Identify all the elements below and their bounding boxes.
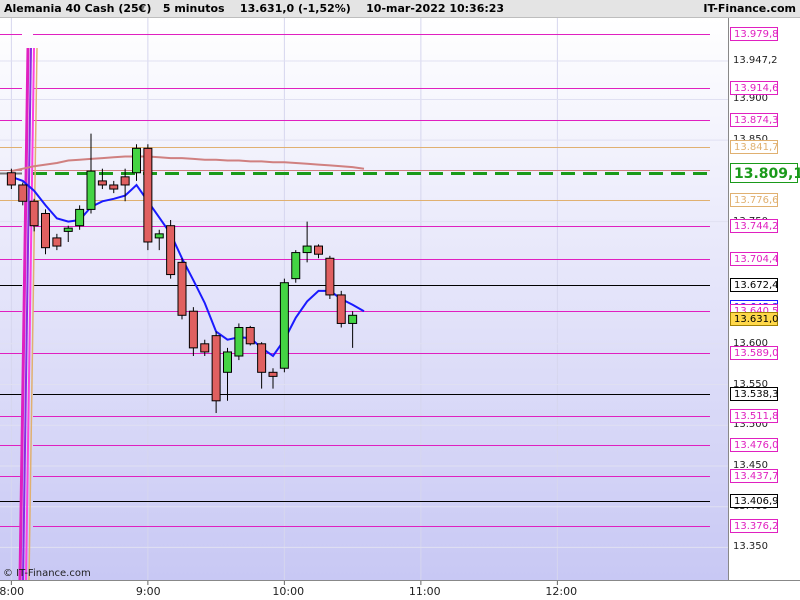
level-tag-11: 13.589,0 bbox=[730, 345, 779, 360]
candle-body-10 bbox=[120, 176, 130, 186]
candle-body-13 bbox=[154, 233, 164, 239]
x-tick-1: 9:00 bbox=[135, 585, 161, 598]
candle-body-14 bbox=[166, 225, 176, 276]
level-tag-7: 13.704,4 bbox=[730, 251, 779, 266]
y-tick-0: 13.947,2 bbox=[733, 55, 778, 66]
level-tag-14: 13.476,0 bbox=[730, 437, 779, 452]
candle-body-8 bbox=[97, 180, 107, 186]
candle-3 bbox=[41, 209, 50, 255]
level-tag-5: 13.776,6 bbox=[730, 192, 779, 207]
candle-body-28 bbox=[325, 257, 335, 296]
level-tag-6: 13.744,2 bbox=[730, 219, 779, 234]
candle-body-19 bbox=[223, 351, 232, 373]
candle-body-18 bbox=[211, 335, 221, 402]
candle-25 bbox=[291, 250, 301, 283]
level-tag-12: 13.538,3 bbox=[730, 387, 779, 402]
candle-body-29 bbox=[336, 294, 346, 324]
candle-body-4 bbox=[52, 237, 62, 247]
candle-body-0 bbox=[6, 172, 16, 186]
level-tag-1: 13.914,6 bbox=[730, 80, 779, 95]
candle-body-17 bbox=[200, 343, 210, 353]
candle-body-11 bbox=[132, 147, 141, 174]
candle-body-15 bbox=[177, 261, 187, 316]
candle-body-6 bbox=[75, 208, 85, 227]
candle-body-25 bbox=[291, 252, 301, 280]
candle-body-27 bbox=[314, 245, 323, 255]
last-value-tag: 13.809,1 bbox=[730, 163, 800, 184]
level-tag-15: 13.437,7 bbox=[730, 468, 779, 483]
candle-body-1 bbox=[18, 184, 28, 202]
candle-body-5 bbox=[63, 227, 73, 232]
candle-18 bbox=[211, 331, 221, 414]
candle-body-21 bbox=[245, 327, 255, 345]
price-chart[interactable] bbox=[0, 0, 800, 600]
candle-body-24 bbox=[279, 282, 289, 369]
x-tick-3: 11:00 bbox=[408, 585, 441, 598]
candle-15 bbox=[177, 258, 187, 320]
level-tag-3: 13.841,7 bbox=[730, 139, 779, 154]
level-tag-0: 13.979,8 bbox=[730, 27, 779, 42]
current-price-tag: 13.631,0 bbox=[730, 311, 779, 326]
candle-body-23 bbox=[268, 371, 278, 377]
candle-12 bbox=[143, 144, 153, 251]
level-tag-17: 13.376,2 bbox=[730, 519, 779, 534]
x-tick-4: 12:00 bbox=[545, 585, 578, 598]
candle-body-26 bbox=[302, 245, 312, 254]
x-tick-0: 8:00 bbox=[0, 585, 25, 598]
candle-body-22 bbox=[257, 343, 267, 373]
level-tag-13: 13.511,8 bbox=[730, 408, 779, 423]
candle-body-20 bbox=[234, 327, 244, 357]
level-tag-2: 13.874,3 bbox=[730, 113, 779, 128]
candle-body-30 bbox=[348, 314, 358, 324]
level-tag-16: 13.406,9 bbox=[730, 494, 779, 509]
level-tag-8: 13.672,4 bbox=[730, 277, 779, 292]
candle-6 bbox=[75, 205, 85, 230]
candle-body-2 bbox=[29, 200, 39, 227]
copyright: © IT-Finance.com bbox=[3, 568, 91, 579]
candle-14 bbox=[166, 219, 176, 279]
candle-28 bbox=[325, 255, 335, 299]
plot-background bbox=[0, 18, 728, 580]
candle-body-3 bbox=[41, 212, 50, 249]
candle-body-12 bbox=[143, 147, 153, 243]
candle-body-9 bbox=[109, 184, 119, 190]
candle-20 bbox=[234, 323, 244, 361]
candle-24 bbox=[279, 278, 289, 373]
candle-29 bbox=[336, 290, 346, 328]
y-tick-9: 13.350 bbox=[733, 541, 768, 553]
candle-body-16 bbox=[188, 310, 198, 349]
candle-body-7 bbox=[86, 170, 96, 210]
candle-21 bbox=[245, 325, 255, 346]
x-tick-2: 10:00 bbox=[272, 585, 305, 598]
